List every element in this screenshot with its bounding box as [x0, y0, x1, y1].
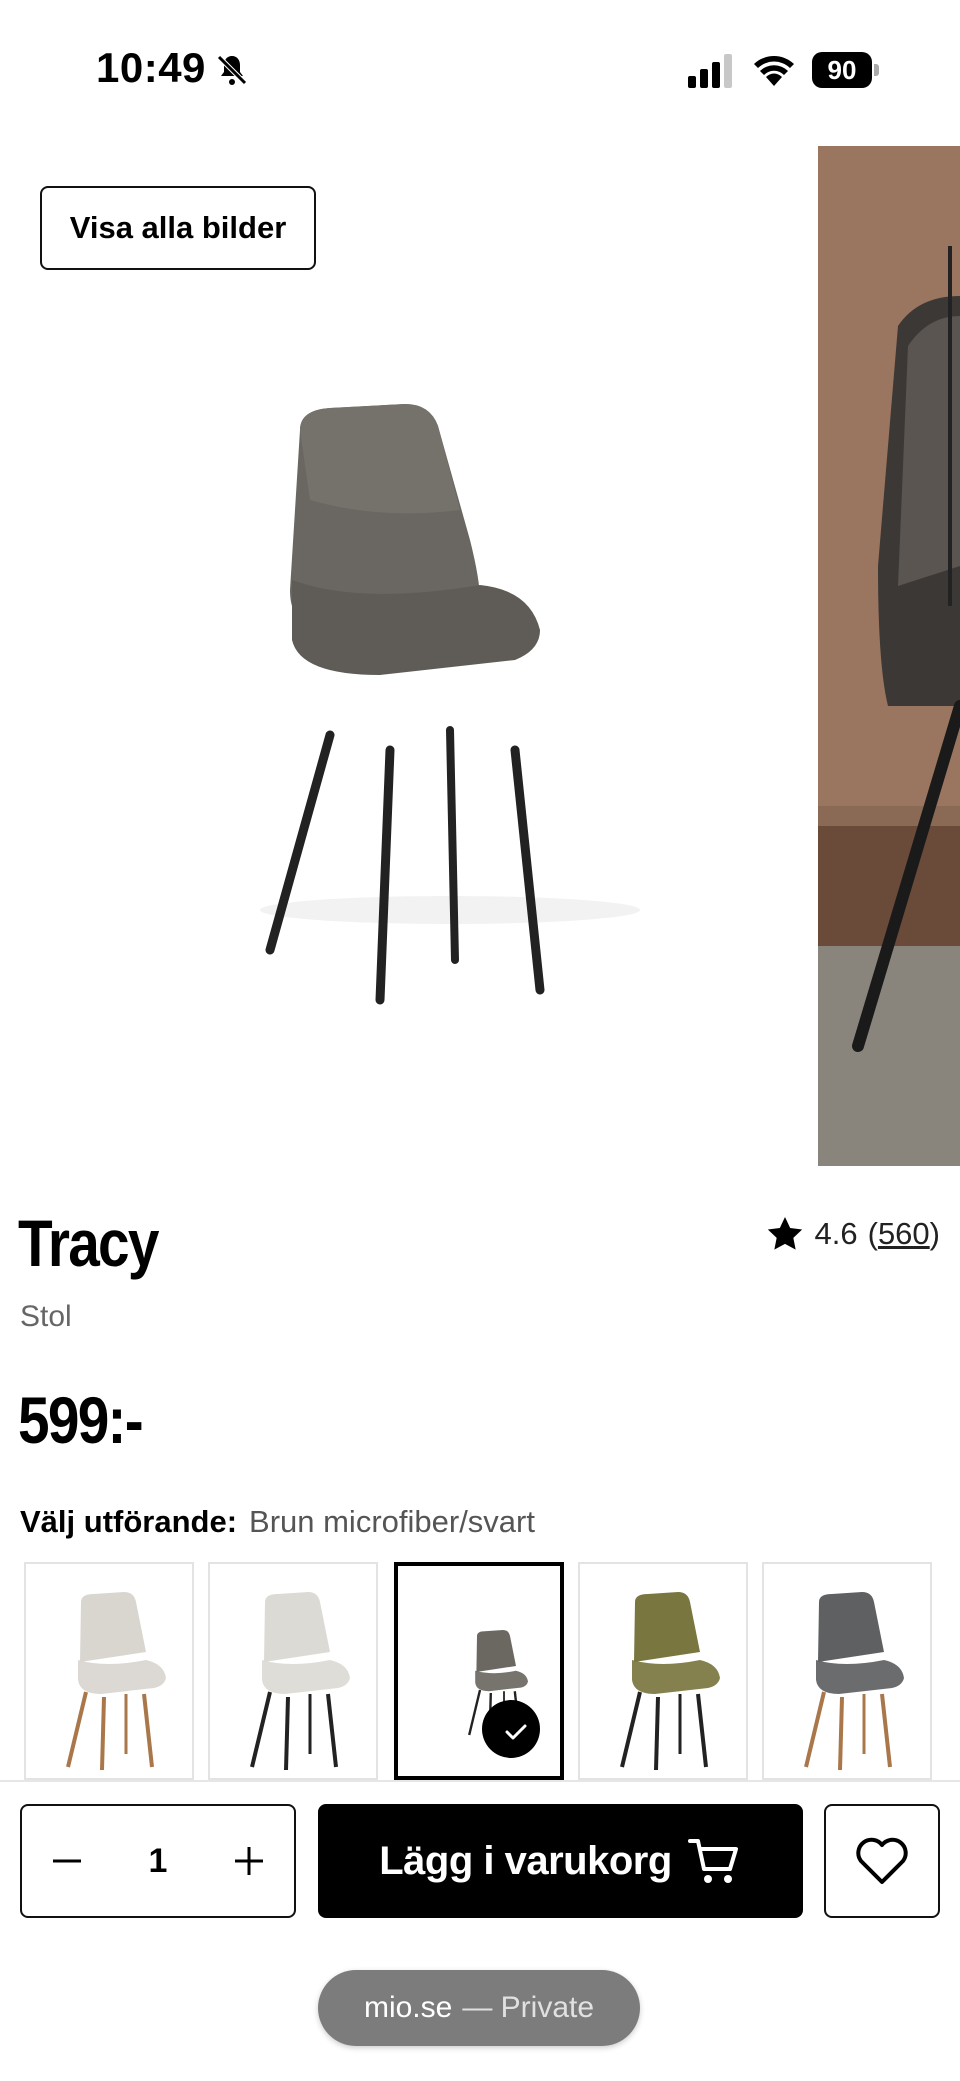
product-main-image[interactable]	[240, 390, 660, 1050]
product-rating[interactable]: 4.6 (560)	[765, 1214, 940, 1254]
variant-option[interactable]	[394, 1562, 564, 1780]
cart-icon	[687, 1839, 738, 1883]
battery-level: 90	[812, 52, 872, 88]
show-all-images-button[interactable]: Visa alla bilder	[40, 186, 316, 270]
variant-option[interactable]	[578, 1562, 748, 1780]
rating-value: 4.6	[814, 1216, 858, 1251]
variant-selector	[24, 1562, 960, 1780]
variant-thumbnail	[620, 1592, 720, 1771]
variant-label-text: Välj utförande:	[20, 1504, 238, 1539]
product-lifestyle-image[interactable]	[818, 146, 960, 1166]
variant-selected-value: Brun microfiber/svart	[249, 1504, 535, 1539]
rating-count-link[interactable]: 560	[878, 1216, 930, 1252]
heart-icon	[856, 1837, 908, 1884]
quantity-stepper: 1	[20, 1804, 296, 1918]
bell-slash-icon	[217, 55, 247, 85]
product-title: Tracy	[18, 1206, 159, 1280]
variant-thumbnail	[66, 1592, 166, 1771]
status-bar: 10:49 90	[0, 0, 960, 140]
variant-option[interactable]	[24, 1562, 194, 1780]
product-image-gallery[interactable]: Visa alla bilder	[0, 140, 960, 1170]
browser-url-pill[interactable]: mio.se — Private	[318, 1970, 640, 2046]
plus-icon[interactable]	[232, 1844, 266, 1878]
wifi-icon	[754, 56, 794, 86]
checkmark-icon	[482, 1700, 540, 1758]
battery-icon: 90	[812, 52, 880, 88]
browser-domain: mio.se	[363, 1991, 453, 2024]
add-to-cart-label: Lägg i varukorg	[379, 1838, 672, 1883]
variant-option[interactable]	[762, 1562, 932, 1780]
cellular-signal-icon	[688, 54, 732, 88]
divider	[0, 1780, 960, 1782]
variant-option[interactable]	[208, 1562, 378, 1780]
variant-label: Välj utförande: Brun microfiber/svart	[20, 1504, 535, 1540]
star-icon	[767, 1217, 802, 1250]
minus-icon[interactable]	[50, 1844, 84, 1878]
product-type: Stol	[20, 1300, 72, 1333]
add-to-cart-button[interactable]: Lägg i varukorg	[318, 1804, 803, 1918]
variant-thumbnail	[250, 1592, 350, 1771]
variant-thumbnail	[804, 1592, 904, 1771]
browser-private-label: — Private	[462, 1991, 595, 2024]
clock: 10:49	[96, 44, 206, 91]
product-price: 599:-	[18, 1383, 144, 1457]
quantity-value[interactable]: 1	[149, 1842, 168, 1881]
wishlist-button[interactable]	[824, 1804, 940, 1918]
